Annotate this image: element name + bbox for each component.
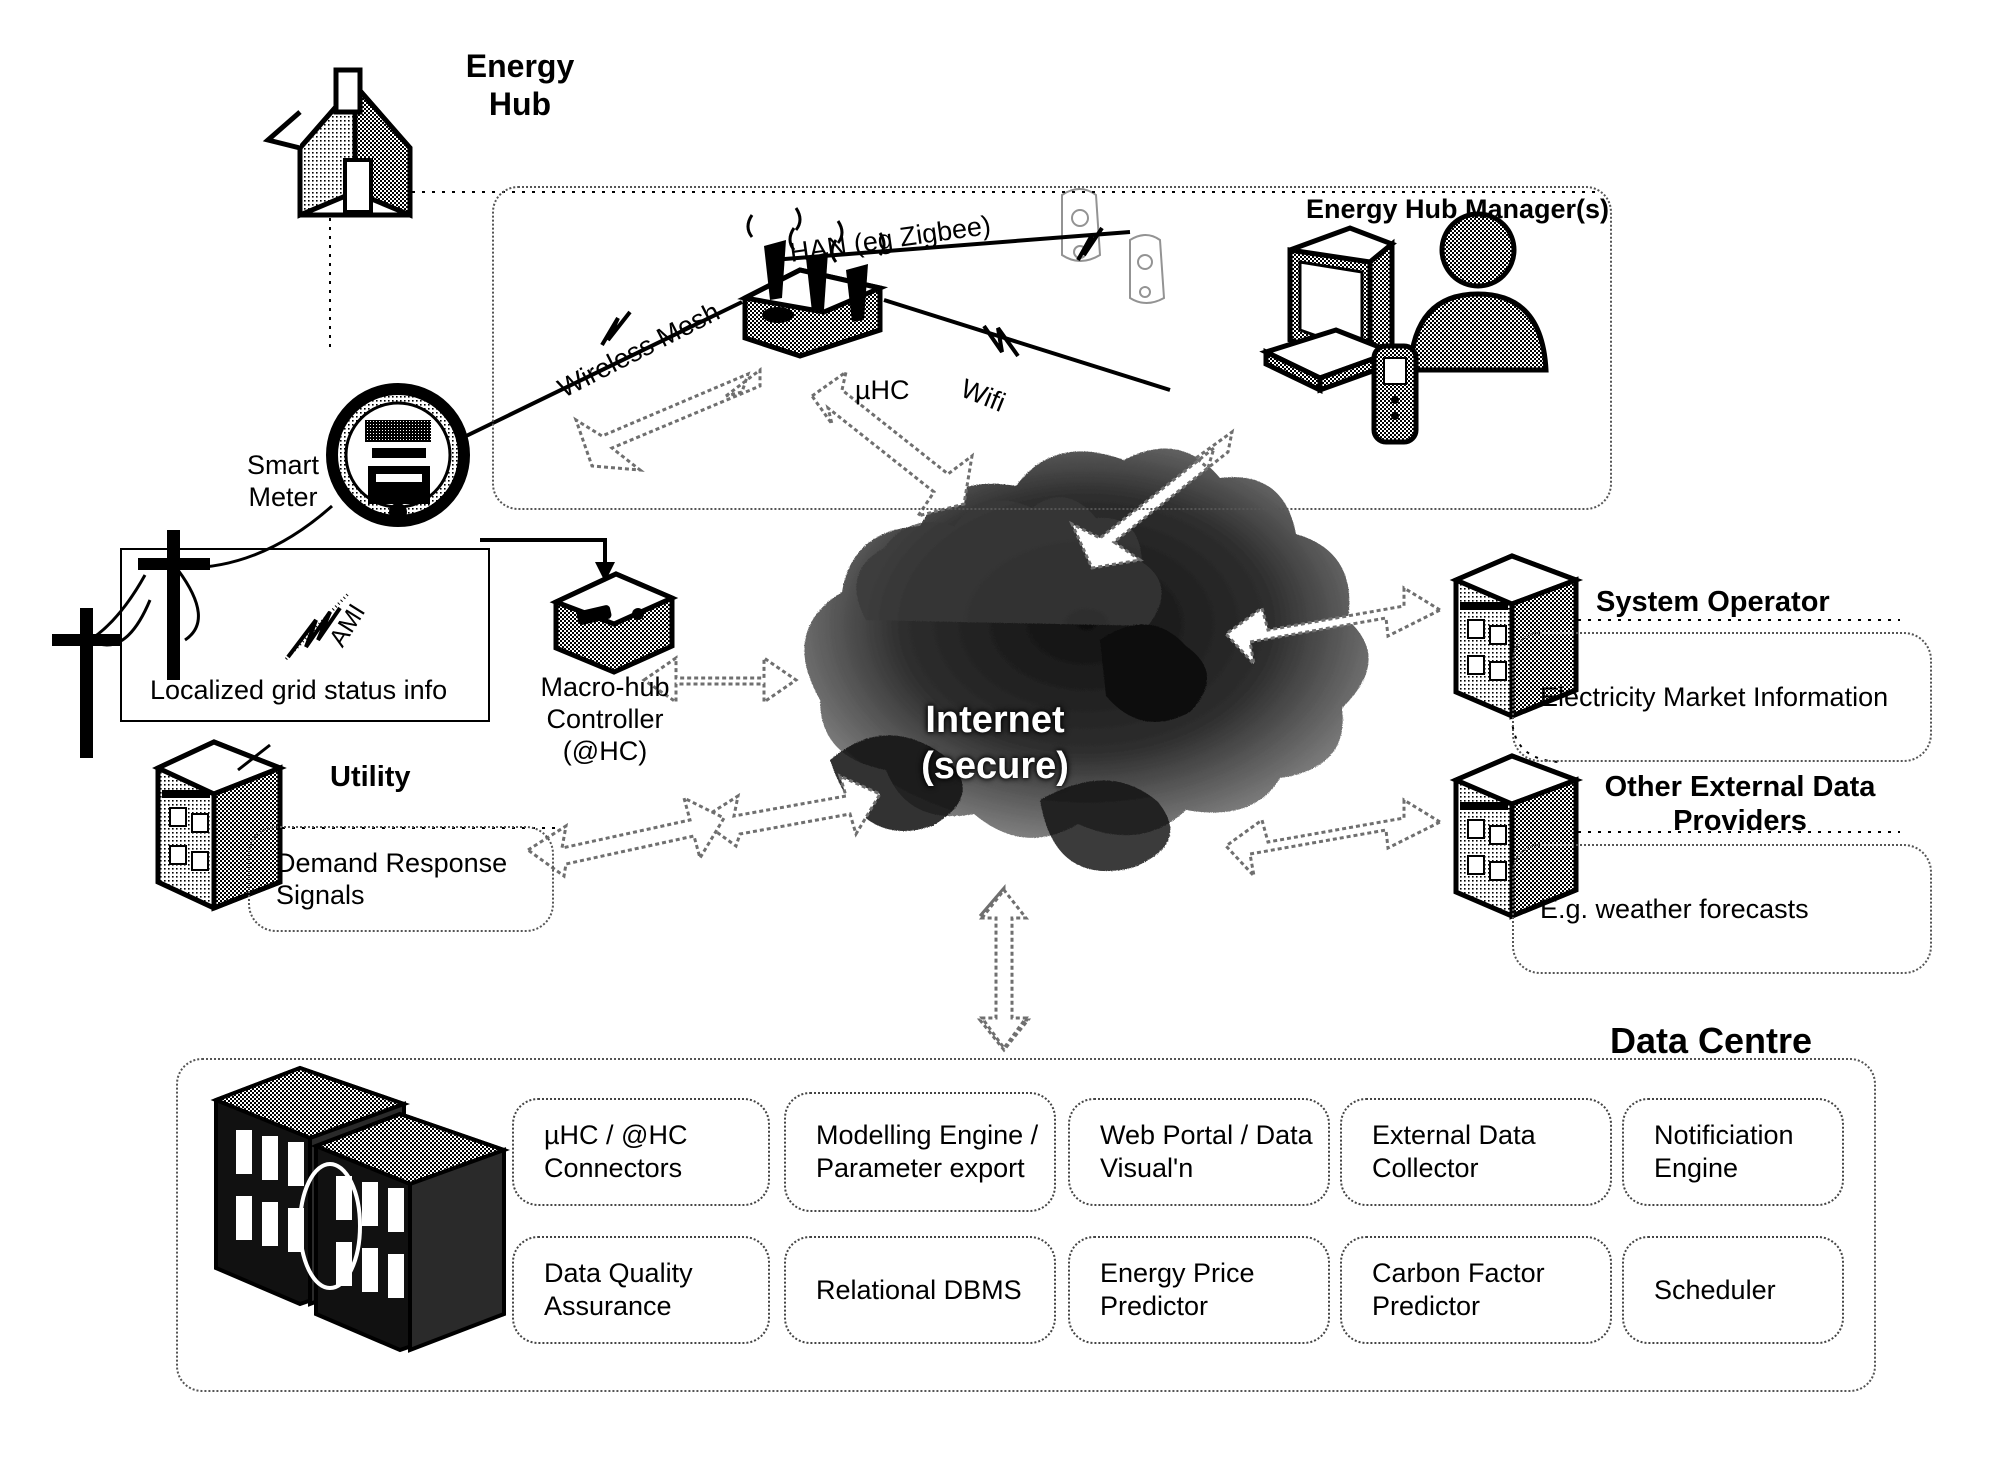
dc-module-relational-dbms[interactable]: Relational DBMS (784, 1236, 1056, 1344)
dc-module-label: Relational DBMS (816, 1274, 1022, 1305)
link-meter-macrohub (480, 538, 607, 568)
other-external-data-providers-label: Other External Data Providers (1604, 771, 1876, 838)
electricity-market-callout: Electricity Market Information (1512, 632, 1932, 762)
house-icon (262, 67, 413, 219)
macro-hub-controller-label: Macro-hub Controller (@HC) (540, 672, 670, 766)
dc-module-label: External Data Collector (1372, 1120, 1536, 1183)
dc-module-label: Scheduler (1654, 1274, 1776, 1305)
dc-module-label: Web Portal / Data Visual'n (1100, 1120, 1313, 1183)
macro-hub-controller-icon (549, 571, 679, 675)
internet-label-line1: Internet (925, 699, 1065, 741)
demand-response-text: Demand Response Signals (276, 847, 508, 910)
dc-module-uhc-connectors[interactable]: µHC / @HC Connectors (512, 1098, 770, 1206)
data-centre-title: Data Centre (1610, 1020, 1813, 1061)
electricity-market-text: Electricity Market Information (1540, 681, 1889, 712)
dc-module-modelling-engine[interactable]: Modelling Engine / Parameter export (784, 1092, 1056, 1212)
dc-module-data-quality-assurance[interactable]: Data Quality Assurance (512, 1236, 770, 1344)
utility-label: Utility (330, 761, 411, 793)
demand-response-callout: Demand Response Signals (248, 826, 554, 932)
energy-hub-manager-label: Energy Hub Manager(s) (1306, 194, 1610, 224)
dc-module-carbon-factor-predictor[interactable]: Carbon Factor Predictor (1340, 1236, 1612, 1344)
dc-module-energy-price-predictor[interactable]: Energy Price Predictor (1068, 1236, 1330, 1344)
dc-module-label: Energy Price Predictor (1100, 1258, 1255, 1321)
dc-module-label: µHC / @HC Connectors (544, 1120, 688, 1183)
dc-module-label: Carbon Factor Predictor (1372, 1258, 1545, 1321)
smart-meter-label: Smart Meter (246, 450, 319, 512)
internet-label-line2: (secure) (921, 745, 1069, 787)
internet-cloud-icon (804, 448, 1369, 872)
energy-hub-label: Energy Hub (465, 48, 575, 122)
dc-module-notification-engine[interactable]: Notificiation Engine (1622, 1098, 1844, 1206)
system-operator-label: System Operator (1596, 586, 1830, 618)
localized-grid-status-label: Localized grid status info (150, 675, 448, 705)
uhc-label: µHC (855, 375, 910, 405)
dc-module-external-data-collector[interactable]: External Data Collector (1340, 1098, 1612, 1206)
weather-text: E.g. weather forecasts (1540, 893, 1809, 924)
dc-module-web-portal[interactable]: Web Portal / Data Visual'n (1068, 1098, 1330, 1206)
dc-module-label: Notificiation Engine (1654, 1120, 1794, 1183)
dc-module-scheduler[interactable]: Scheduler (1622, 1236, 1844, 1344)
dc-module-label: Modelling Engine / Parameter export (816, 1120, 1039, 1183)
weather-callout: E.g. weather forecasts (1512, 844, 1932, 974)
dc-module-label: Data Quality Assurance (544, 1258, 693, 1321)
smart-meter-icon (326, 383, 470, 527)
